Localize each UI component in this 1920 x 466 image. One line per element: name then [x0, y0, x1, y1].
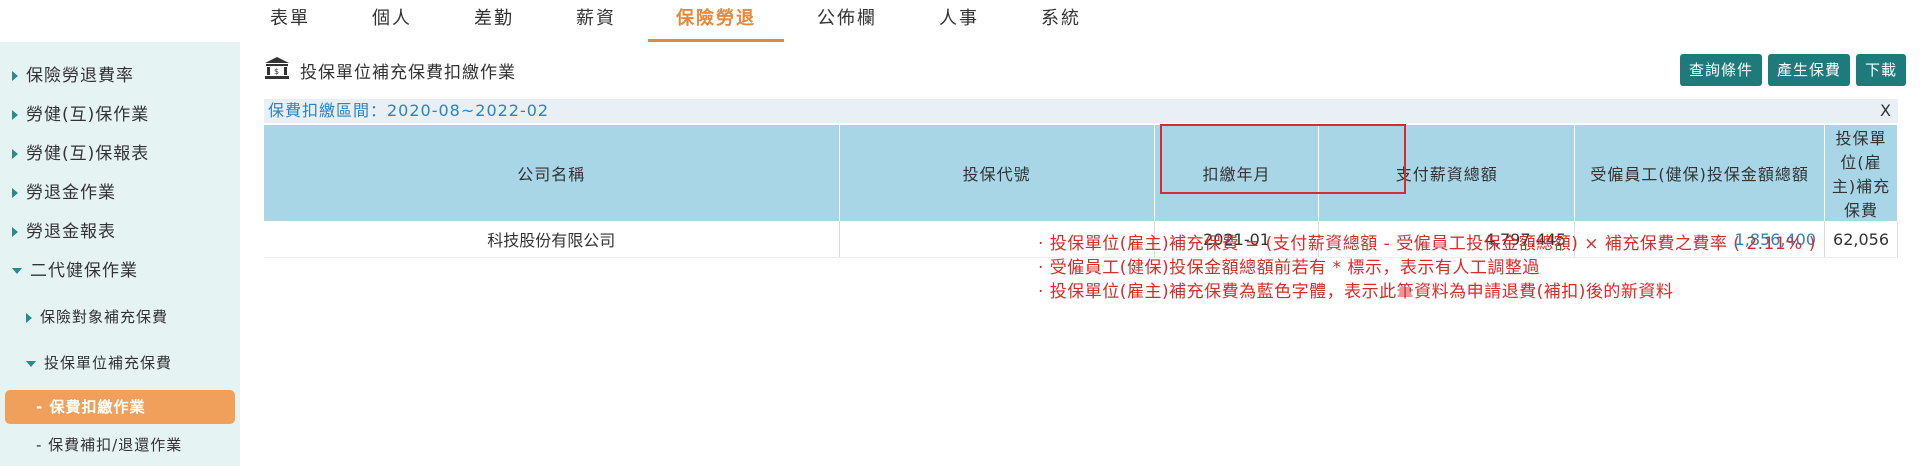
sidebar-item-label: 勞退金報表: [26, 222, 116, 242]
table-header-row: 公司名稱 投保代號 扣繳年月 支付薪資總額 受僱員工(健保)投保金額總額 投保單…: [264, 125, 1898, 221]
toolbar: 查詢條件 產生保費 下載: [1674, 54, 1906, 86]
sidebar-item-label: 勞健(互)保作業: [26, 105, 150, 125]
col-supplement[interactable]: 投保單位(雇主)補充保費: [1824, 125, 1898, 221]
nav-item-attendance[interactable]: 差勤: [469, 0, 519, 40]
sidebar-item-nhi2-ops[interactable]: 二代健保作業: [0, 256, 252, 286]
chevron-down-icon: [12, 268, 22, 274]
nav-item-hr[interactable]: 人事: [934, 0, 984, 40]
chevron-down-icon: [26, 360, 36, 367]
cell-company: 科技股份有限公司: [264, 221, 840, 258]
bank-icon: $: [264, 56, 290, 90]
generate-premium-button[interactable]: 產生保費: [1767, 54, 1850, 86]
col-code[interactable]: 投保代號: [839, 125, 1155, 221]
page-title-text: 投保單位補充保費扣繳作業: [300, 63, 516, 83]
note-line: · 投保單位(雇主)補充保費為藍色字體，表示此筆資料為申請退費(補扣)後的新資料: [1038, 282, 1674, 302]
nav-item-forms[interactable]: 表單: [265, 0, 315, 40]
range-label: 保費扣繳區間：2020-08~2022-02: [268, 101, 550, 120]
sidebar-item-pension-reports[interactable]: 勞退金報表: [0, 217, 252, 247]
chevron-right-icon: [12, 227, 18, 237]
col-insured-total[interactable]: 受僱員工(健保)投保金額總額: [1574, 125, 1826, 221]
close-icon[interactable]: X: [1880, 99, 1892, 123]
col-month[interactable]: 扣繳年月: [1154, 125, 1320, 221]
download-button[interactable]: 下載: [1855, 54, 1906, 86]
nav-item-bulletin[interactable]: 公佈欄: [815, 0, 879, 40]
col-company[interactable]: 公司名稱: [264, 125, 840, 221]
sidebar-item-labor-health-ops[interactable]: 勞健(互)保作業: [0, 100, 252, 130]
sidebar-item-premium-adjust-refund[interactable]: - 保費補扣/退還作業: [0, 430, 276, 460]
svg-text:$: $: [274, 67, 280, 76]
query-conditions-button[interactable]: 查詢條件: [1679, 54, 1762, 86]
top-nav: 表單 個人 差勤 薪資 保險勞退 公佈欄 人事 系統: [0, 0, 1920, 42]
sidebar-item-insured-supplement[interactable]: 保險對象補充保費: [0, 302, 266, 332]
sidebar-item-label: 投保單位補充保費: [44, 354, 173, 372]
nav-item-system[interactable]: 系統: [1036, 0, 1086, 40]
nav-item-insurance[interactable]: 保險勞退: [648, 0, 784, 42]
range-bar: 保費扣繳區間：2020-08~2022-02 X: [264, 99, 1898, 123]
chevron-right-icon: [12, 149, 18, 159]
cell-supplement: 62,056: [1824, 221, 1898, 258]
sidebar-item-label: 勞健(互)保報表: [26, 144, 150, 164]
sidebar-item-labor-health-reports[interactable]: 勞健(互)保報表: [0, 139, 252, 169]
note-line: · 投保單位(雇主)補充保費 = (支付薪資總額 - 受僱員工投保金額總額) ×…: [1038, 234, 1816, 254]
sidebar-item-pension-ops[interactable]: 勞退金作業: [0, 178, 252, 208]
sidebar-item-label: 勞退金作業: [26, 183, 116, 203]
sidebar-item-insurance-rates[interactable]: 保險勞退費率: [0, 61, 252, 91]
sidebar-item-label: 保險勞退費率: [26, 66, 134, 86]
chevron-right-icon: [12, 71, 18, 81]
chevron-right-icon: [12, 110, 18, 120]
sidebar-item-label: 二代健保作業: [30, 261, 138, 281]
sidebar-item-label: 保險對象補充保費: [40, 308, 169, 326]
sidebar-item-employer-supplement[interactable]: 投保單位補充保費: [0, 348, 266, 378]
sidebar: 保險勞退費率 勞健(互)保作業 勞健(互)保報表 勞退金作業 勞退金報表 二代健…: [0, 42, 240, 466]
chevron-right-icon: [26, 312, 32, 323]
col-salary-total[interactable]: 支付薪資總額: [1318, 125, 1576, 221]
page-title: $ 投保單位補充保費扣繳作業: [264, 56, 516, 86]
nav-item-salary[interactable]: 薪資: [571, 0, 621, 40]
sidebar-item-premium-withholding[interactable]: - 保費扣繳作業: [5, 390, 235, 424]
note-line: · 受僱員工(健保)投保金額總額前若有 * 標示，表示有人工調整過: [1038, 258, 1540, 278]
notes: · 投保單位(雇主)補充保費 = (支付薪資總額 - 受僱員工投保金額總額) ×…: [1038, 232, 1816, 304]
nav-item-personal[interactable]: 個人: [367, 0, 417, 40]
chevron-right-icon: [12, 188, 18, 198]
